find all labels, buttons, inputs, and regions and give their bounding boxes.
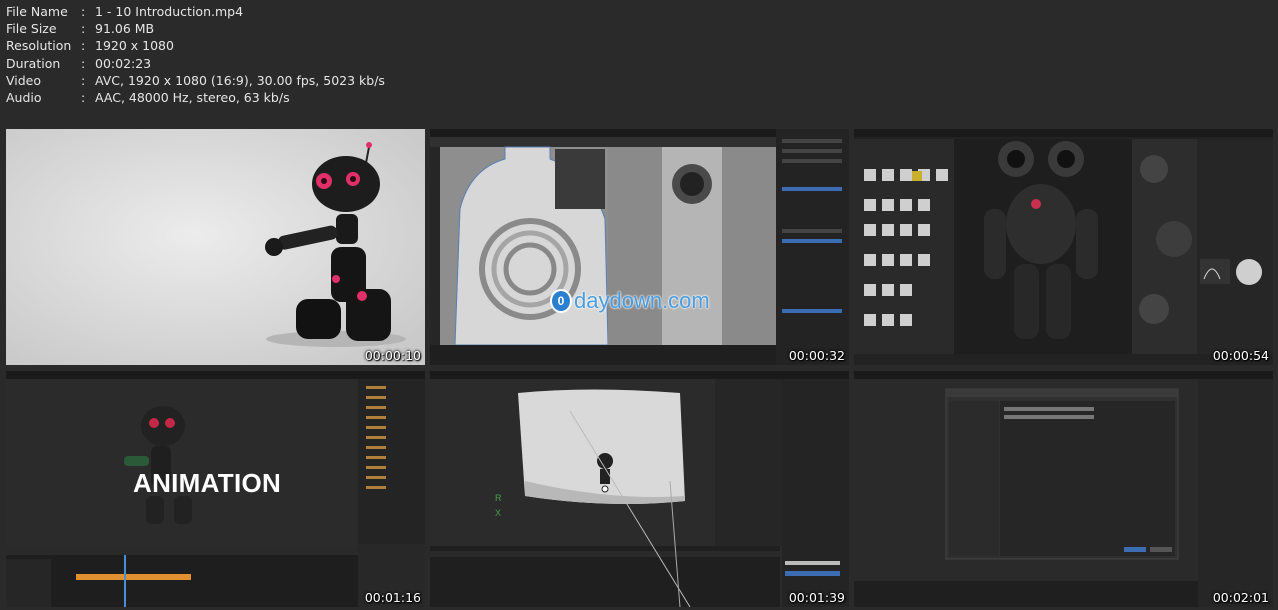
watermark-text: daydown.com: [574, 288, 710, 313]
daydown-logo-icon: 0: [550, 289, 572, 313]
thumbnail-5[interactable]: R X 00:01:39: [430, 371, 849, 607]
file-browser-screenshot: [854, 371, 1273, 607]
info-value: 91.06 MB: [95, 21, 155, 37]
info-separator: :: [81, 38, 86, 54]
info-key: Audio: [6, 90, 42, 106]
info-value: 1920 x 1080: [95, 38, 174, 54]
svg-text:X: X: [495, 508, 501, 518]
info-row-file-name: File Name : 1 - 10 Introduction.mp4: [6, 3, 385, 20]
watermark: 0 daydown.com: [550, 288, 710, 314]
texture-painting-screenshot: [854, 129, 1273, 365]
info-key: File Name: [6, 4, 68, 19]
info-row-resolution: Resolution : 1920 x 1080: [6, 37, 385, 54]
info-row-video: Video : AVC, 1920 x 1080 (16:9), 30.00 f…: [6, 72, 385, 89]
info-separator: :: [81, 90, 86, 106]
thumbnail-6[interactable]: 00:02:01: [854, 371, 1273, 607]
svg-text:R: R: [495, 493, 502, 503]
thumbnail-2[interactable]: 0 daydown.com 00:00:32: [430, 129, 849, 365]
info-separator: :: [81, 72, 86, 88]
info-separator: :: [81, 55, 86, 71]
info-separator: :: [81, 21, 86, 37]
thumbnail-timestamp: 00:00:32: [788, 348, 845, 363]
thumbnail-timestamp: 00:01:16: [364, 590, 421, 605]
thumbnail-timestamp: 00:01:39: [788, 590, 845, 605]
blender-modeling-screenshot: [430, 129, 849, 365]
info-value: 00:02:23: [95, 55, 152, 71]
info-row-duration: Duration : 00:02:23: [6, 55, 385, 72]
robot-render-image: [6, 129, 425, 365]
thumbnail-3[interactable]: 00:00:54: [854, 129, 1273, 365]
info-key: Duration: [6, 55, 61, 71]
thumbnail-timestamp: 00:00:10: [364, 348, 421, 363]
info-separator: :: [81, 4, 86, 19]
info-row-file-size: File Size : 91.06 MB: [6, 20, 385, 37]
info-key: Resolution: [6, 38, 72, 54]
info-row-audio: Audio : AAC, 48000 Hz, stereo, 63 kb/s: [6, 89, 385, 106]
thumbnail-4[interactable]: ANIMATION 00:01:16: [6, 371, 425, 607]
thumbnail-timestamp: 00:00:54: [1212, 348, 1269, 363]
thumbnail-timestamp: 00:02:01: [1212, 590, 1269, 605]
lighting-scene-screenshot: R X: [430, 371, 849, 607]
info-key: File Size: [6, 21, 57, 37]
info-value: 1 - 10 Introduction.mp4: [95, 4, 244, 19]
info-value: AVC, 1920 x 1080 (16:9), 30.00 fps, 5023…: [95, 72, 385, 88]
info-value: AAC, 48000 Hz, stereo, 63 kb/s: [95, 90, 290, 106]
file-info: File Name : 1 - 10 Introduction.mp4 File…: [6, 3, 385, 106]
info-key: Video: [6, 72, 42, 88]
thumbnail-1[interactable]: 00:00:10: [6, 129, 425, 365]
overlay-title: ANIMATION: [133, 468, 282, 498]
